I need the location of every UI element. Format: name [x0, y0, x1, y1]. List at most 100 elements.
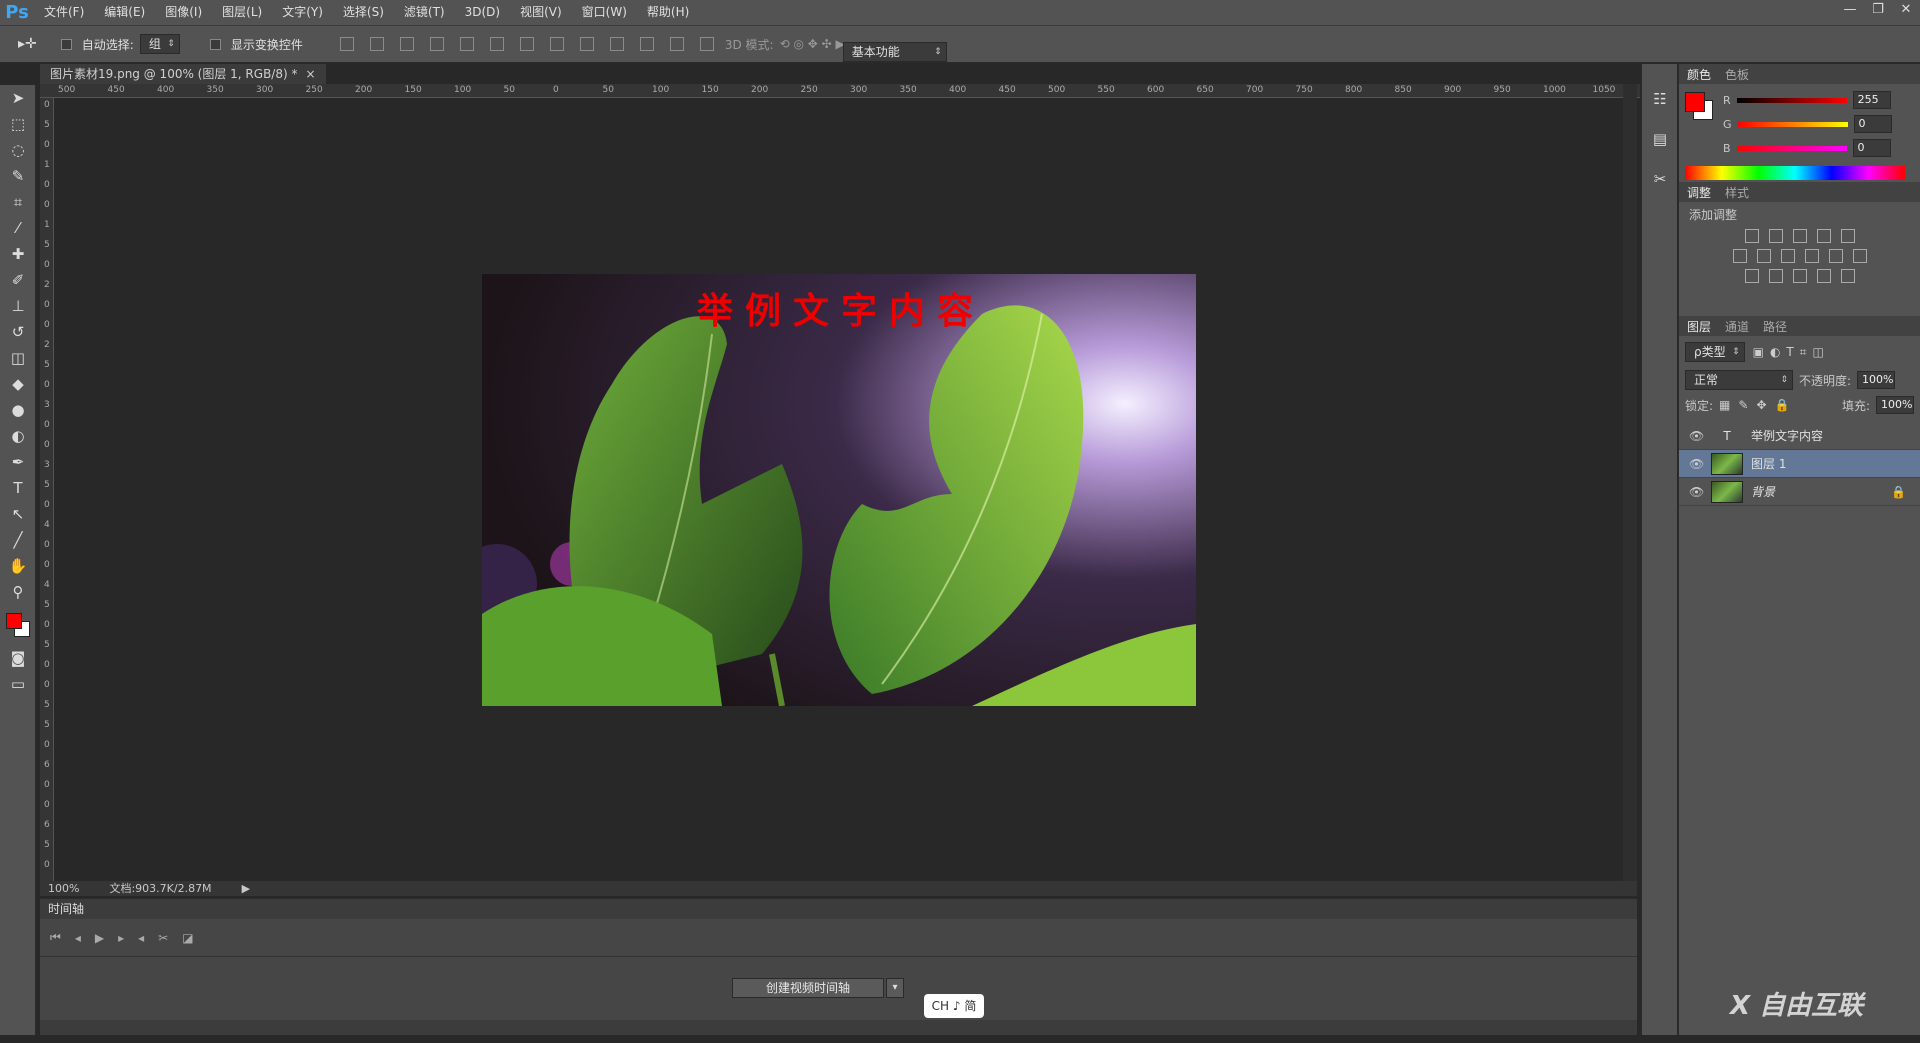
stamp-tool-icon[interactable]: ⊥: [0, 293, 36, 319]
show-transform-checkbox[interactable]: [209, 38, 221, 50]
blur-tool-icon[interactable]: ●: [0, 397, 36, 423]
photo-filter-icon[interactable]: [1804, 249, 1819, 263]
properties-panel-icon[interactable]: ▤: [1642, 126, 1678, 152]
screen-mode-icon[interactable]: ▭: [0, 671, 36, 697]
3d-rotate-icon[interactable]: ⟲ ◎ ✥ ✣ ▶: [780, 37, 845, 51]
crop-tool-icon[interactable]: ⌗: [0, 189, 36, 215]
layer-filter-dropdown[interactable]: ρ类型: [1685, 342, 1745, 362]
r-value[interactable]: 255: [1852, 91, 1891, 109]
eyedropper-tool-icon[interactable]: ⁄: [0, 215, 36, 241]
brush-tool-icon[interactable]: ✐: [0, 267, 36, 293]
align-bottom-icon[interactable]: [399, 37, 414, 51]
create-timeline-dropdown-icon[interactable]: ▾: [886, 978, 904, 998]
next-frame-icon[interactable]: ▸: [118, 931, 124, 945]
b-slider[interactable]: [1736, 145, 1847, 151]
tab-layers[interactable]: 图层: [1687, 318, 1711, 335]
close-icon[interactable]: ✕: [1892, 0, 1920, 22]
eraser-tool-icon[interactable]: ◫: [0, 345, 36, 371]
auto-select-dropdown[interactable]: 组: [139, 34, 180, 54]
auto-select-checkbox[interactable]: [60, 38, 72, 50]
posterize-icon[interactable]: [1768, 269, 1783, 283]
menu-item-3[interactable]: 图层(L): [212, 0, 272, 25]
bw-icon[interactable]: [1780, 249, 1795, 263]
selective-color-icon[interactable]: [1816, 269, 1831, 283]
move-tool-icon[interactable]: ➤: [0, 85, 36, 111]
visibility-eye-icon[interactable]: 👁: [1689, 457, 1704, 471]
marquee-tool-icon[interactable]: ⬚: [0, 111, 36, 137]
document-image[interactable]: 举例文字内容: [482, 274, 1196, 706]
g-slider[interactable]: [1737, 121, 1848, 127]
menu-item-7[interactable]: 3D(D): [455, 0, 510, 25]
menu-item-4[interactable]: 文字(Y): [272, 0, 333, 25]
align-vcenter-icon[interactable]: [369, 37, 384, 51]
lasso-tool-icon[interactable]: ◌: [0, 137, 36, 163]
close-tab-icon[interactable]: ×: [305, 64, 315, 84]
vibrance-icon[interactable]: [1840, 229, 1855, 243]
menu-item-10[interactable]: 帮助(H): [637, 0, 699, 25]
mixer-icon[interactable]: [1828, 249, 1843, 263]
filter-icons[interactable]: ▣◐T⌗◫: [1753, 345, 1830, 360]
quick-select-tool-icon[interactable]: ✎: [0, 163, 36, 189]
auto-align-icon[interactable]: [699, 37, 714, 51]
zoom-tool-icon[interactable]: ⚲: [0, 579, 36, 605]
history-panel-icon[interactable]: ☷: [1642, 86, 1678, 112]
menu-item-8[interactable]: 视图(V): [510, 0, 572, 25]
g-value[interactable]: 0: [1853, 115, 1892, 133]
menu-item-9[interactable]: 窗口(W): [572, 0, 637, 25]
quick-mask-icon[interactable]: ◙: [0, 645, 36, 671]
dodge-tool-icon[interactable]: ◐: [0, 423, 36, 449]
exposure-icon[interactable]: [1816, 229, 1831, 243]
path-select-icon[interactable]: ↖: [0, 501, 36, 527]
levels-icon[interactable]: [1768, 229, 1783, 243]
align-left-icon[interactable]: [429, 37, 444, 51]
healing-tool-icon[interactable]: ✚: [0, 241, 36, 267]
restore-icon[interactable]: ❐: [1864, 0, 1892, 22]
menu-item-5[interactable]: 选择(S): [333, 0, 394, 25]
align-hcenter-icon[interactable]: [459, 37, 474, 51]
distribute-bottom-icon[interactable]: [579, 37, 594, 51]
visibility-eye-icon[interactable]: 👁: [1689, 429, 1704, 443]
lookup-icon[interactable]: [1852, 249, 1867, 263]
history-brush-icon[interactable]: ↺: [0, 319, 36, 345]
b-value[interactable]: 0: [1852, 139, 1891, 157]
distribute-top-icon[interactable]: [519, 37, 534, 51]
zoom-level[interactable]: 100%: [48, 881, 79, 896]
first-frame-icon[interactable]: ⏮: [50, 930, 61, 945]
color-swatches[interactable]: [0, 605, 35, 645]
distribute-vcenter-icon[interactable]: [549, 37, 564, 51]
layer-row-text[interactable]: 👁 T 举例文字内容: [1679, 422, 1920, 450]
text-layer-content[interactable]: 举例文字内容: [697, 282, 985, 334]
hue-icon[interactable]: [1732, 249, 1747, 263]
tools-preset-icon[interactable]: ✂: [1642, 166, 1678, 192]
vertical-scrollbar[interactable]: [1623, 84, 1637, 881]
brightness-icon[interactable]: [1744, 229, 1759, 243]
invert-icon[interactable]: [1744, 269, 1759, 283]
lock-icons[interactable]: ▦✎✥🔒: [1719, 398, 1797, 412]
layer-row-background[interactable]: 👁 背景 🔒: [1679, 478, 1920, 506]
ime-indicator[interactable]: CH ♪ 简: [924, 994, 984, 1018]
play-icon[interactable]: ▶: [95, 931, 104, 945]
visibility-eye-icon[interactable]: 👁: [1689, 485, 1704, 499]
align-top-icon[interactable]: [339, 37, 354, 51]
paint-bucket-icon[interactable]: ◆: [0, 371, 36, 397]
workspace-dropdown[interactable]: 基本功能: [842, 42, 947, 62]
create-video-timeline-button[interactable]: 创建视频时间轴: [732, 978, 884, 998]
audio-icon[interactable]: ◂: [138, 931, 144, 945]
status-arrow-icon[interactable]: ▶: [242, 881, 250, 896]
opacity-value[interactable]: 100%: [1857, 371, 1896, 389]
document-tab[interactable]: 图片素材19.png @ 100% (图层 1, RGB/8) * ×: [40, 64, 326, 84]
menu-item-6[interactable]: 滤镜(T): [394, 0, 455, 25]
prev-frame-icon[interactable]: ◂: [75, 931, 81, 945]
foreground-color[interactable]: [6, 613, 22, 629]
transition-icon[interactable]: ◪: [182, 931, 193, 945]
gradient-map-icon[interactable]: [1840, 269, 1855, 283]
distribute-right-icon[interactable]: [669, 37, 684, 51]
pen-tool-icon[interactable]: ✒: [0, 449, 36, 475]
menu-item-1[interactable]: 编辑(E): [94, 0, 155, 25]
type-tool-icon[interactable]: T: [0, 475, 36, 501]
tab-adjustments[interactable]: 调整: [1687, 184, 1711, 201]
menu-item-2[interactable]: 图像(I): [155, 0, 212, 25]
balance-icon[interactable]: [1756, 249, 1771, 263]
tab-paths[interactable]: 路径: [1763, 318, 1787, 335]
tab-channels[interactable]: 通道: [1725, 318, 1749, 335]
